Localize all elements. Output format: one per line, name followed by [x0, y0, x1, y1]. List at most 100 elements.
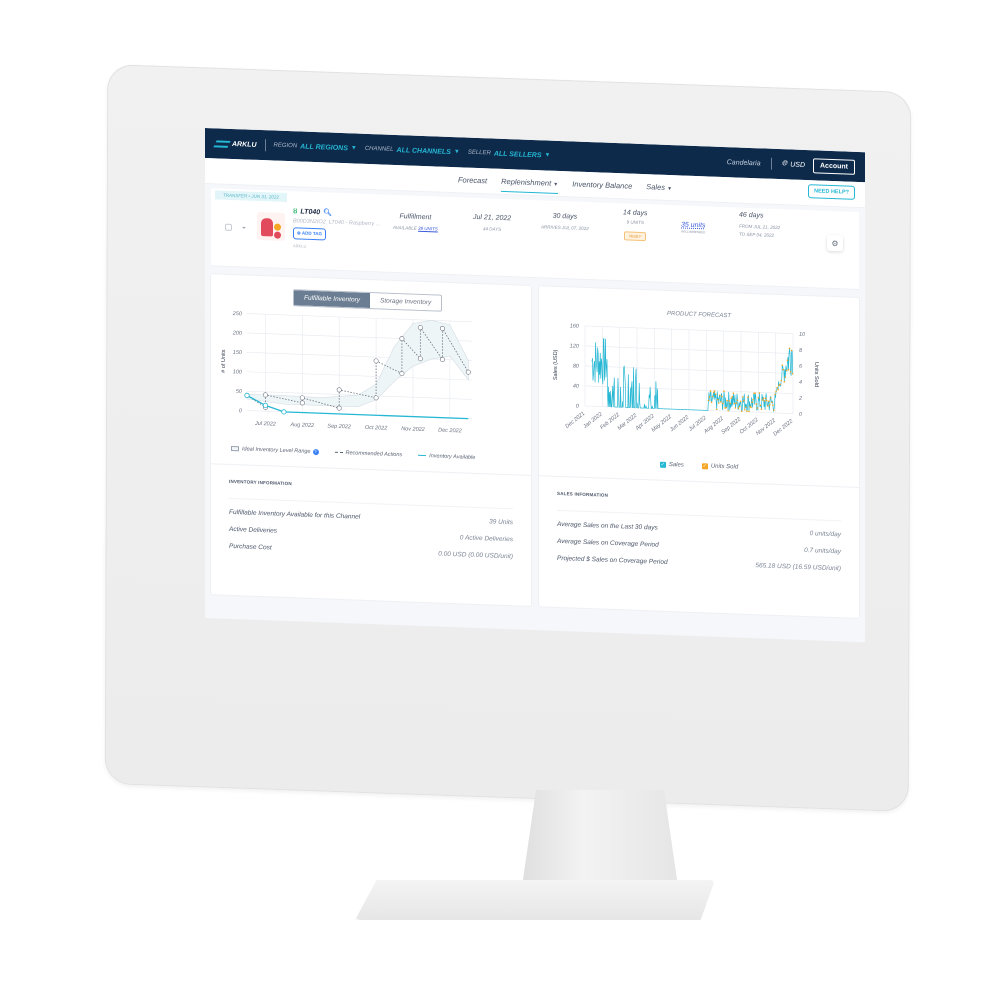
y-tick-label: 120: [570, 343, 580, 349]
y-tick-label: 50: [236, 389, 243, 395]
user-name[interactable]: Candelaria: [727, 159, 761, 167]
add-tag-button[interactable]: ⊕ ADD TAG: [293, 227, 327, 241]
tab-inventory-balance[interactable]: Inventory Balance: [572, 172, 632, 197]
y-tick-label: 200: [232, 330, 243, 336]
inventory-chart: 0 50 100 150 200 250 Jul 2022 Aug 2022 Sep 2022 O…: [221, 311, 472, 434]
units-sold-point: [711, 395, 714, 398]
info-label: Fulfillable Inventory Available for this…: [229, 508, 361, 521]
units-sold-point: [750, 406, 752, 409]
units-sold-point: [731, 395, 734, 398]
recommended-point: [439, 357, 445, 363]
recommended-units-link[interactable]: 35 units: [681, 221, 706, 229]
tab-replenishment[interactable]: Replenishment ▼: [501, 170, 558, 195]
info-label: Average Sales on the Last 30 days: [557, 520, 658, 532]
brand-logo[interactable]: ARKLU: [213, 139, 257, 148]
settings-button[interactable]: ⚙: [827, 234, 843, 252]
y-tick-label: 40: [573, 383, 580, 389]
inventory-point: [281, 409, 287, 415]
y-axis-label: # of Units: [221, 349, 227, 373]
caret-down-icon: ▼: [453, 149, 460, 156]
coverage-from: FROM JUL 21, 2022: [739, 223, 781, 231]
seller-filter[interactable]: SELLER ALL SELLERS ▼: [468, 149, 551, 159]
fulfillment-column: Fulfillment AVAILABLE 39 UNITS: [393, 213, 438, 232]
y-tick-label: 80: [573, 363, 580, 369]
arrival-date: ARRIVES JUL 07, 2022: [541, 224, 589, 232]
recommended-point: [299, 400, 305, 406]
units-sold-point: [781, 364, 784, 366]
divider: [770, 157, 772, 170]
recommended-point: [262, 392, 268, 398]
section-title: INVENTORY INFORMATION: [229, 478, 513, 510]
legend-units-sold[interactable]: ✓ Units Sold: [701, 463, 738, 471]
units-sold-point: [732, 392, 735, 395]
y-tick-label: 150: [233, 350, 243, 356]
legend-ideal-range[interactable]: Ideal Inventory Level Range?: [231, 446, 319, 456]
units-sold-point: [776, 386, 778, 389]
currency-selector[interactable]: 🌐︎ USD: [782, 160, 805, 169]
need-help-button[interactable]: NEED HELP?: [808, 184, 855, 200]
units-sold-point: [730, 397, 733, 399]
legend-sales[interactable]: ✓ Sales: [659, 461, 684, 469]
info-value: 0.7 units/day: [804, 546, 841, 556]
caret-down-icon: ▼: [544, 152, 551, 159]
inventory-card: Fulfillable Inventory Storage Inventory …: [211, 274, 531, 606]
checkbox-checked-icon: ✓: [659, 461, 666, 468]
units-sold-point: [741, 396, 744, 398]
legend-label: Sales: [668, 462, 684, 469]
y-tick-label: 0: [576, 404, 580, 410]
units-sold-point: [713, 390, 716, 392]
transfer-tag: TRANSFER • JUN 31, 2022: [215, 190, 287, 203]
info-value: 0.00 USD (0.00 USD/unit): [438, 550, 513, 561]
recommended-label: RECOMMENDED: [681, 229, 706, 235]
toggle-fulfillable[interactable]: Fulfillable Inventory: [294, 290, 370, 309]
lead-time-column: 30 days ARRIVES JUL 07, 2022: [541, 212, 589, 231]
filter-label: REGION: [273, 142, 298, 150]
tab-sales[interactable]: Sales ▼: [646, 175, 672, 199]
section-title: SALES INFORMATION: [557, 490, 841, 522]
y2-tick-label: 4: [799, 380, 802, 386]
tab-label: Replenishment: [501, 176, 552, 188]
units-sold-point: [783, 380, 786, 383]
account-button[interactable]: Account: [813, 157, 855, 175]
coverage-days: 46 days: [739, 211, 764, 220]
coverage-to: TO SEP 04, 2022: [739, 231, 775, 238]
search-icon[interactable]: 🔍︎: [323, 208, 332, 216]
caret-down-icon: ▼: [350, 145, 357, 152]
recommended-point: [299, 395, 305, 401]
tab-forecast[interactable]: Forecast: [458, 168, 487, 192]
info-row: Projected $ Sales on Coverage Period 565.…: [557, 555, 841, 572]
divider: [264, 139, 266, 152]
row-checkbox[interactable]: [225, 223, 232, 231]
inventory-chart-legend: Ideal Inventory Level Range? Recommended…: [231, 446, 475, 461]
units-sold-point: [744, 408, 746, 411]
y-axis-label: Sales (USD): [553, 349, 559, 380]
dash-swatch: [334, 451, 343, 454]
legend-label: Inventory Available: [429, 453, 476, 461]
units-sold-point: [710, 401, 713, 404]
units-sold-point: [777, 388, 779, 391]
info-row: Purchase Cost 0.00 USD (0.00 USD/unit): [229, 543, 513, 560]
recommended-point: [399, 371, 405, 377]
filter-label: SELLER: [467, 149, 491, 157]
inventory-point: [244, 392, 250, 399]
sales-line: [591, 338, 794, 413]
product-sku: ȣ LT040 🔍︎: [293, 207, 332, 217]
info-icon[interactable]: ?: [312, 448, 319, 456]
units-sold-point: [788, 347, 791, 350]
info-label: Average Sales on Coverage Period: [557, 537, 659, 549]
expand-chevron-icon[interactable]: ⌄: [241, 222, 247, 230]
units-sold-point: [782, 368, 785, 371]
currency-label: USD: [790, 160, 805, 169]
safety-stock-column: 14 days 9 UNITS RISKY: [623, 209, 648, 243]
region-filter[interactable]: REGION ALL REGIONS ▼: [274, 142, 357, 152]
line-swatch: [418, 454, 427, 457]
y-tick-label: 100: [233, 369, 243, 375]
available-units-link[interactable]: 39 UNITS: [418, 226, 438, 232]
recommended-point: [465, 369, 471, 375]
toggle-storage[interactable]: Storage Inventory: [370, 293, 442, 311]
channel-filter[interactable]: CHANNEL ALL CHANNELS ▼: [365, 145, 460, 156]
units-sold-point: [715, 408, 718, 411]
legend-recommended[interactable]: Recommended Actions: [334, 450, 402, 458]
legend-available[interactable]: Inventory Available: [418, 453, 475, 461]
units-sold-point: [765, 399, 768, 402]
